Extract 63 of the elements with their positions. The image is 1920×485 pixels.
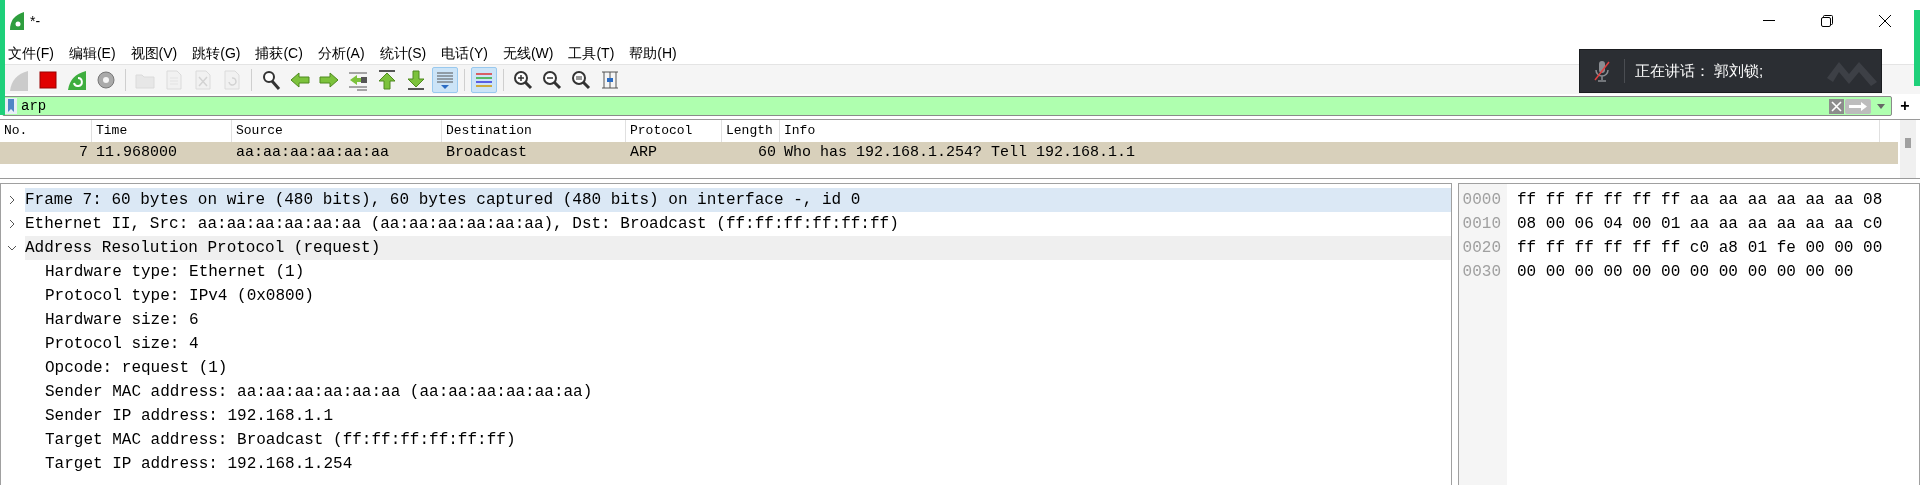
bookmark-icon — [5, 98, 17, 114]
hex-bytes: 00 00 00 00 00 00 00 00 — [1517, 262, 1738, 283]
gear-icon[interactable] — [95, 68, 117, 91]
tree-item[interactable]: Opcode: request (1) — [45, 356, 228, 380]
menu-item[interactable]: 帮助(H) — [629, 42, 677, 64]
add-button[interactable]: + — [1892, 94, 1918, 118]
hex-bytes: aa aa aa aa c0 — [1747, 214, 1883, 235]
offset-label: 0000 — [1462, 190, 1501, 211]
resize-columns-icon[interactable] — [599, 68, 621, 91]
search-icon[interactable] — [260, 68, 282, 91]
offset-label: 0020 — [1462, 238, 1501, 259]
zoom-reset-icon[interactable] — [570, 68, 592, 91]
hex-bytes: ff ff ff ff ff ff c0 a8 — [1517, 238, 1738, 259]
speaker-name: 郭刘锁; — [1714, 60, 1764, 81]
zoom-out-icon[interactable] — [541, 68, 563, 91]
menu-item[interactable]: 编辑(E) — [68, 42, 116, 64]
filter-text: arp — [21, 96, 47, 116]
tree-item[interactable]: Ethernet II, Src: aa:aa:aa:aa:aa:aa (aa:aa:aa:aa:aa:aa), Dst: Broadcast (ff:ff:ff:ff:ff:ff) — [25, 212, 1451, 236]
collapsed-caret-icon[interactable] — [7, 219, 17, 229]
tree-item[interactable]: Sender MAC address: aa:aa:aa:aa:aa:aa (aa:aa:aa:aa:aa:aa) — [45, 380, 593, 404]
zoom-in-icon[interactable] — [512, 68, 534, 91]
tree-item[interactable]: Hardware type: Ethernet (1) — [45, 260, 305, 284]
minimize-icon — [1763, 20, 1775, 22]
window-title: *- — [30, 11, 41, 31]
menu-item[interactable]: 视图(V) — [130, 42, 178, 64]
tree-item[interactable]: Sender IP address: 192.168.1.1 — [45, 404, 334, 428]
tree-item[interactable]: Hardware size: 6 — [45, 308, 199, 332]
down-arrow-icon[interactable] — [405, 68, 427, 91]
tree-item[interactable]: Protocol type: IPv4 (0x0800) — [45, 284, 314, 308]
hex-bytes: aa aa aa aa 08 — [1747, 190, 1883, 211]
scrollbar[interactable] — [1900, 120, 1916, 178]
filter-field[interactable]: arp — [2, 96, 1892, 116]
up-arrow-icon[interactable] — [376, 68, 398, 91]
dropdown-caret-icon[interactable] — [1877, 103, 1885, 109]
offset-label: 0030 — [1462, 262, 1501, 283]
stop-icon[interactable] — [37, 68, 59, 91]
hex-bytes: 01 fe 00 00 00 — [1747, 238, 1883, 259]
hex-bytes: ff ff ff ff ff ff aa aa — [1517, 190, 1738, 211]
menu-item[interactable]: 分析(A) — [317, 42, 365, 64]
menu-item[interactable]: 电话(Y) — [441, 42, 488, 64]
clear-icon[interactable] — [1829, 98, 1844, 114]
restart-fin-icon[interactable] — [66, 68, 88, 91]
speaking-label: 正在讲话： — [1635, 60, 1710, 81]
menu-item[interactable]: 统计(S) — [379, 42, 427, 64]
tree-item[interactable]: Frame 7: 60 bytes on wire (480 bits), 60 bytes captured (480 bits) on interface -, id 0 — [25, 188, 1451, 212]
tree-item[interactable]: Address Resolution Protocol (request) — [25, 236, 1451, 260]
expanded-caret-icon[interactable] — [7, 243, 17, 253]
menu-item[interactable]: 无线(W) — [502, 42, 554, 64]
menu-item[interactable]: 工具(T) — [568, 42, 615, 64]
hex-bytes: 00 00 00 00 — [1747, 262, 1854, 283]
restore-icon — [1821, 15, 1833, 27]
menu-item[interactable]: 文件(F) — [8, 42, 54, 64]
tree-item[interactable]: Protocol size: 4 — [45, 332, 199, 356]
tree-item[interactable]: Target MAC address: Broadcast (ff:ff:ff:ff:ff:ff) — [45, 428, 516, 452]
collapsed-caret-icon[interactable] — [7, 195, 17, 205]
hex-bytes: 08 00 06 04 00 01 aa aa — [1517, 214, 1738, 235]
offset-label: 0010 — [1462, 214, 1501, 235]
packet-row[interactable]: 7 11.968000 aa:aa:aa:aa:aa:aa Broadcast ARP 60 Who has 192.168.1.254? Tell 192.168.1.1 — [0, 142, 1898, 164]
app-fin-icon — [8, 12, 24, 30]
close-icon — [1879, 15, 1891, 27]
tree-item[interactable]: Target IP address: 192.168.1.254 — [45, 452, 353, 476]
menu-item[interactable]: 跳转(G) — [192, 42, 241, 64]
menu-item[interactable]: 捕获(C) — [255, 42, 303, 64]
